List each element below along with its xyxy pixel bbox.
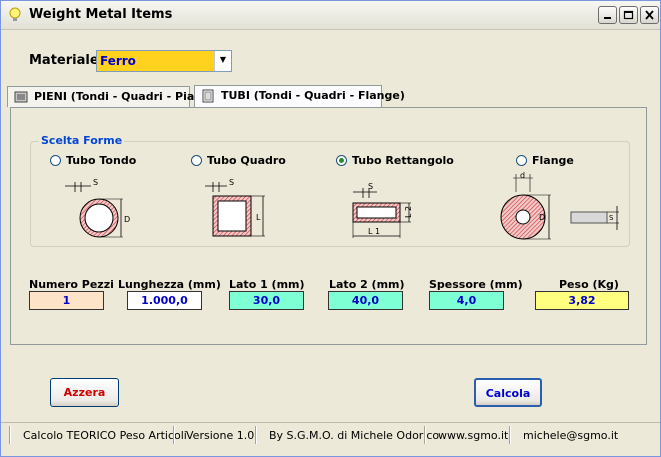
tubo-rettangolo-diagram: S L 2 L 1 <box>352 182 413 238</box>
title-bar[interactable]: Weight Metal Items <box>1 1 660 30</box>
radio-label: Tubo Quadro <box>207 154 286 167</box>
spessore-label: Spessore (mm) <box>429 278 523 291</box>
tab-tubi-label: TUBI (Tondi - Quadri - Flange) <box>221 89 405 102</box>
materiale-label: Materiale <box>29 53 99 68</box>
status-separator <box>9 426 11 444</box>
radio-flange[interactable]: Flange <box>516 154 574 167</box>
tubo-quadro-diagram: S L <box>205 178 265 237</box>
maximize-icon <box>623 10 634 20</box>
minimize-button[interactable] <box>598 6 617 24</box>
lato2-label: Lato 2 (mm) <box>329 278 405 291</box>
dim-s-label: S <box>229 178 234 187</box>
status-website: www.sgmo.it <box>438 429 509 442</box>
status-app-name: Calcolo TEORICO Peso Articoli <box>23 429 187 442</box>
solid-bar-icon <box>14 91 28 103</box>
materiale-dropdown[interactable]: Ferro ▼ <box>96 50 232 72</box>
scelta-forme-group: Scelta Forme Tubo Tondo Tubo Quadro Tubo… <box>30 134 630 247</box>
lato1-field[interactable]: 30,0 <box>229 291 304 310</box>
dim-s-label: S <box>368 182 373 191</box>
materiale-value: Ferro <box>97 51 215 71</box>
radio-circle-icon <box>191 155 202 166</box>
radio-selected-icon <box>336 155 347 166</box>
lightbulb-icon <box>9 7 21 21</box>
azzera-button[interactable]: Azzera <box>50 378 119 407</box>
radio-tubo-rettangolo[interactable]: Tubo Rettangolo <box>336 154 454 167</box>
calcola-button[interactable]: Calcola <box>474 378 542 407</box>
minimize-icon <box>604 17 611 19</box>
scelta-forme-title: Scelta Forme <box>39 134 125 147</box>
dim-l-label: L <box>256 213 261 222</box>
dim-D-label: D <box>539 213 545 222</box>
lato2-field[interactable]: 40,0 <box>328 291 403 310</box>
dropdown-arrow-icon[interactable]: ▼ <box>214 51 231 71</box>
dim-l1-label: L 1 <box>368 227 380 236</box>
numero-pezzi-field[interactable]: 1 <box>29 291 104 310</box>
peso-field: 3,82 <box>535 291 629 310</box>
radio-tubo-tondo[interactable]: Tubo Tondo <box>50 154 136 167</box>
status-bar: Calcolo TEORICO Peso Articoli Versione 1… <box>1 422 660 448</box>
peso-label: Peso (Kg) <box>559 278 619 291</box>
status-version: Versione 1.0 <box>186 429 255 442</box>
close-button[interactable] <box>640 6 659 24</box>
lunghezza-field[interactable]: 1.000,0 <box>127 291 202 310</box>
dim-s-label: S <box>609 214 614 222</box>
lunghezza-label: Lunghezza (mm) <box>118 278 221 291</box>
lato1-label: Lato 1 (mm) <box>229 278 305 291</box>
radio-tubo-quadro[interactable]: Tubo Quadro <box>191 154 286 167</box>
tubi-panel: Scelta Forme Tubo Tondo Tubo Quadro Tubo… <box>10 107 647 345</box>
tube-icon <box>202 89 214 103</box>
status-email: michele@sgmo.it <box>523 429 619 442</box>
tab-tubi[interactable]: TUBI (Tondi - Quadri - Flange) <box>194 85 405 108</box>
tab-pieni[interactable]: PIENI (Tondi - Quadri - Piatti) <box>7 86 214 107</box>
radio-circle-icon <box>516 155 527 166</box>
dim-l2-label: L 2 <box>404 206 413 218</box>
main-window: Weight Metal Items Materiale Ferro ▼ PIE… <box>0 0 661 457</box>
status-separator <box>255 426 257 444</box>
tab-pieni-label: PIENI (Tondi - Quadri - Piatti) <box>34 90 214 103</box>
maximize-button[interactable] <box>619 6 638 24</box>
status-author: By S.G.M.O. di Michele Odorico <box>269 429 440 442</box>
flange-diagram: d D S <box>500 171 619 240</box>
radio-label: Tubo Rettangolo <box>352 154 454 167</box>
dim-d-small-label: d <box>520 171 525 180</box>
tubo-tondo-diagram: S D <box>65 178 130 238</box>
status-separator <box>173 426 175 444</box>
close-icon <box>645 10 654 20</box>
radio-label: Flange <box>532 154 574 167</box>
spessore-field[interactable]: 4,0 <box>429 291 504 310</box>
status-separator <box>424 426 426 444</box>
radio-label: Tubo Tondo <box>66 154 137 167</box>
radio-circle-icon <box>50 155 61 166</box>
dim-s-label: S <box>93 178 98 187</box>
window-title: Weight Metal Items <box>29 7 173 22</box>
numero-pezzi-label: Numero Pezzi <box>29 278 114 291</box>
status-separator <box>509 426 511 444</box>
dim-d-label: D <box>124 215 130 224</box>
